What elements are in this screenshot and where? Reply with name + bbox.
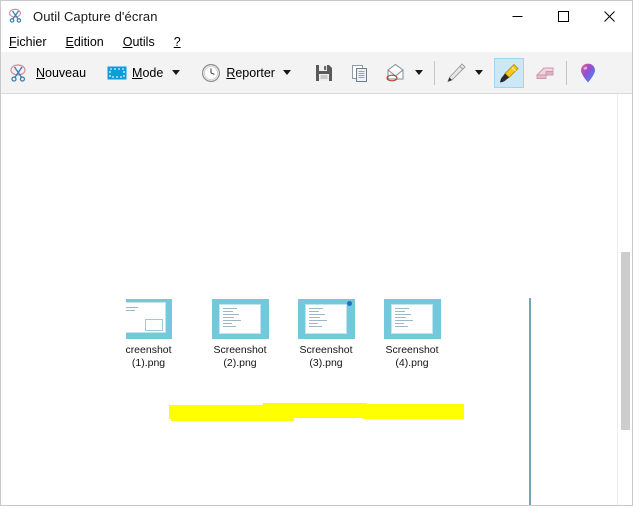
- envelope-send-icon: [386, 63, 404, 81]
- menu-item-help[interactable]: ?: [174, 35, 181, 49]
- chevron-down-icon: [283, 70, 292, 75]
- title-bar: Outil Capture d'écran: [1, 1, 632, 31]
- mode-accel: M: [132, 65, 143, 80]
- thumbnail-image: [211, 299, 269, 339]
- email-dropdown-caret[interactable]: [411, 58, 428, 88]
- pen-icon: [447, 62, 466, 82]
- thumbnail-name-line2: (4).png: [395, 357, 429, 369]
- open-editor-button[interactable]: [573, 58, 603, 88]
- paint-3d-balloon-icon: [580, 63, 595, 82]
- thumbnail-name-line1: Screenshot: [213, 344, 267, 356]
- thumbnail-subwindow: [144, 319, 163, 331]
- highlighter-button[interactable]: [493, 57, 524, 88]
- minimize-button[interactable]: [494, 1, 540, 31]
- eraser-button[interactable]: [530, 58, 560, 88]
- menu-item-outils[interactable]: Outils: [123, 35, 155, 49]
- maximize-button[interactable]: [540, 1, 586, 31]
- menu-bar: Fichier Edition Outils ?: [1, 31, 632, 52]
- thumbnail-image: [125, 299, 172, 339]
- thumbnail-window: [218, 304, 261, 334]
- menu-item-edition-rest: dition: [73, 34, 104, 49]
- delay-dropdown-caret[interactable]: [279, 58, 296, 88]
- new-snip-label: Nouveau: [36, 65, 87, 80]
- new-snip-button[interactable]: Nouveau: [5, 58, 90, 88]
- copy-button[interactable]: [345, 58, 375, 88]
- thumbnail-name-line2: (1).png: [131, 357, 166, 369]
- delay-button[interactable]: Reporter: [197, 58, 279, 88]
- yellow-highlight-stroke: [171, 416, 294, 421]
- minimize-icon: [512, 15, 522, 17]
- thumbnail-name-line2: (3).png: [309, 357, 343, 369]
- mode-button[interactable]: Mode: [103, 58, 167, 88]
- highlighter-marker-icon: [499, 63, 519, 82]
- copy-pages-icon: [351, 64, 367, 82]
- menu-item-outils-rest: utils: [132, 34, 155, 49]
- floppy-disk-save-icon: [315, 64, 332, 81]
- chevron-down-icon: [415, 70, 424, 75]
- thumbnail-caption: Screenshot (2).png: [213, 344, 266, 370]
- eraser-icon: [535, 67, 554, 79]
- thumbnail-window: [304, 304, 347, 334]
- menu-item-fichier-rest: ichier: [16, 34, 47, 49]
- scissors-icon: [9, 63, 31, 83]
- toolbar-separator: [433, 60, 435, 85]
- thumbnail-row: creenshot (1).png Screenshot (2).png Scr…: [111, 299, 455, 370]
- toolbar-separator-2: [565, 60, 567, 85]
- chevron-down-icon: [171, 70, 180, 75]
- thumbnail-name-line1: creenshot: [125, 344, 172, 356]
- cursor-dot-icon: [346, 301, 352, 306]
- clock-icon: [201, 63, 221, 83]
- maximize-icon: [557, 10, 569, 22]
- thumbnail-image: [297, 299, 355, 339]
- close-icon: [603, 10, 615, 22]
- menu-item-edition[interactable]: Edition: [66, 35, 104, 49]
- list-item[interactable]: Screenshot (3).png: [283, 299, 369, 370]
- menu-item-fichier-accel: F: [9, 34, 17, 49]
- pen-dropdown-caret[interactable]: [471, 58, 488, 88]
- menu-item-fichier[interactable]: Fichier: [9, 35, 47, 49]
- mode-dropdown-caret[interactable]: [167, 58, 184, 88]
- menu-item-edition-accel: E: [65, 34, 74, 49]
- window-controls: [494, 1, 632, 31]
- toolbar: Nouveau Mode Reporter: [1, 52, 632, 94]
- delay-accel: R: [226, 65, 236, 80]
- vertical-pen-stroke: [529, 298, 531, 505]
- new-snip-accel: N: [36, 65, 46, 80]
- chevron-down-icon: [475, 70, 484, 75]
- mode-label: Mode: [132, 65, 164, 80]
- thumbnail-image: [383, 299, 441, 339]
- snip-canvas[interactable]: Capture rectangulaire creenshot (1).pn: [1, 94, 617, 505]
- snipping-tool-window: Outil Capture d'écran Fichier Edition Ou…: [0, 0, 633, 506]
- thumbnail-caption: Screenshot (3).png: [299, 344, 352, 370]
- email-button[interactable]: [381, 58, 411, 88]
- thumbnail-window: [390, 304, 433, 334]
- delay-label: Reporter: [226, 65, 275, 80]
- rectangular-selection-icon: [107, 65, 127, 81]
- list-item[interactable]: Screenshot (2).png: [197, 299, 283, 370]
- snipping-tool-icon: [8, 7, 26, 25]
- thumbnail-window: [125, 302, 166, 333]
- canvas-area: Capture rectangulaire creenshot (1).pn: [1, 94, 632, 505]
- window-title: Outil Capture d'écran: [33, 8, 158, 24]
- vertical-scrollbar[interactable]: [617, 94, 632, 505]
- close-button[interactable]: [586, 1, 632, 31]
- thumbnail-name-line2: (2).png: [223, 357, 257, 369]
- vertical-scrollbar-thumb[interactable]: [621, 252, 630, 430]
- save-button[interactable]: [309, 58, 339, 88]
- yellow-highlight-stroke: [363, 404, 464, 419]
- thumbnail-caption: Screenshot (4).png: [385, 344, 438, 370]
- pen-button[interactable]: [441, 58, 471, 88]
- thumbnail-name-line1: Screenshot: [299, 344, 353, 356]
- list-item[interactable]: Screenshot (4).png: [369, 299, 455, 370]
- thumbnail-caption: creenshot (1).png: [125, 344, 171, 370]
- menu-item-help-label: ?: [173, 34, 181, 49]
- thumbnail-name-line1: Screenshot: [385, 344, 439, 356]
- list-item[interactable]: creenshot (1).png: [111, 299, 197, 370]
